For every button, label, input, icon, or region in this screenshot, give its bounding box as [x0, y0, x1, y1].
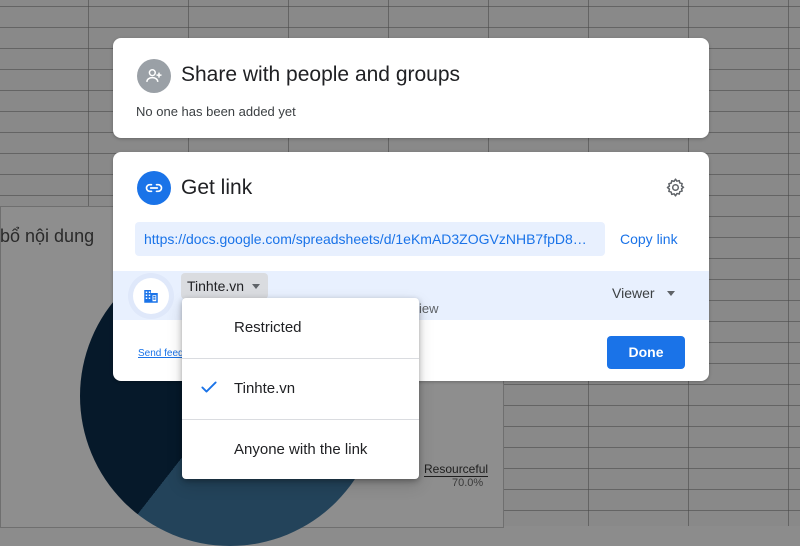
gear-icon[interactable]	[664, 176, 686, 198]
share-url-field[interactable]: https://docs.google.com/spreadsheets/d/1…	[135, 222, 605, 256]
menu-item-tinhte[interactable]: Tinhte.vn	[182, 359, 419, 419]
person-add-icon	[137, 59, 171, 93]
domain-icon	[133, 278, 169, 314]
send-feedback-link[interactable]: Send feed	[138, 348, 184, 359]
copy-link-button[interactable]: Copy link	[620, 231, 678, 247]
menu-item-restricted[interactable]: Restricted	[182, 298, 419, 358]
chevron-down-icon	[666, 290, 675, 296]
done-button[interactable]: Done	[607, 336, 685, 369]
chart-legend-label: Resourceful	[424, 462, 489, 477]
menu-item-label: Restricted	[234, 319, 302, 336]
link-icon	[137, 171, 171, 205]
link-scope-dropdown[interactable]: Tinhte.vn	[181, 273, 269, 299]
chart-legend-value: 70.0%	[452, 477, 484, 489]
share-title: Share with people and groups	[181, 63, 461, 86]
chevron-down-icon	[252, 283, 261, 289]
share-people-card: Share with people and groups No one has …	[113, 38, 709, 138]
get-link-title: Get link	[181, 176, 253, 199]
check-icon	[199, 377, 219, 401]
menu-item-label: Tinhte.vn	[234, 380, 296, 397]
role-label: Viewer	[612, 285, 655, 301]
menu-item-label: Anyone with the link	[234, 441, 368, 458]
chart-title: bổ nội dung	[0, 226, 95, 246]
link-scope-menu: Restricted Tinhte.vn Anyone with the lin…	[182, 298, 419, 479]
link-access-description: iew	[419, 301, 439, 316]
share-subtitle: No one has been added yet	[136, 104, 296, 119]
menu-item-anyone-with-link[interactable]: Anyone with the link	[182, 420, 419, 480]
role-dropdown[interactable]: Viewer	[612, 285, 675, 301]
link-scope-label: Tinhte.vn	[187, 278, 245, 294]
